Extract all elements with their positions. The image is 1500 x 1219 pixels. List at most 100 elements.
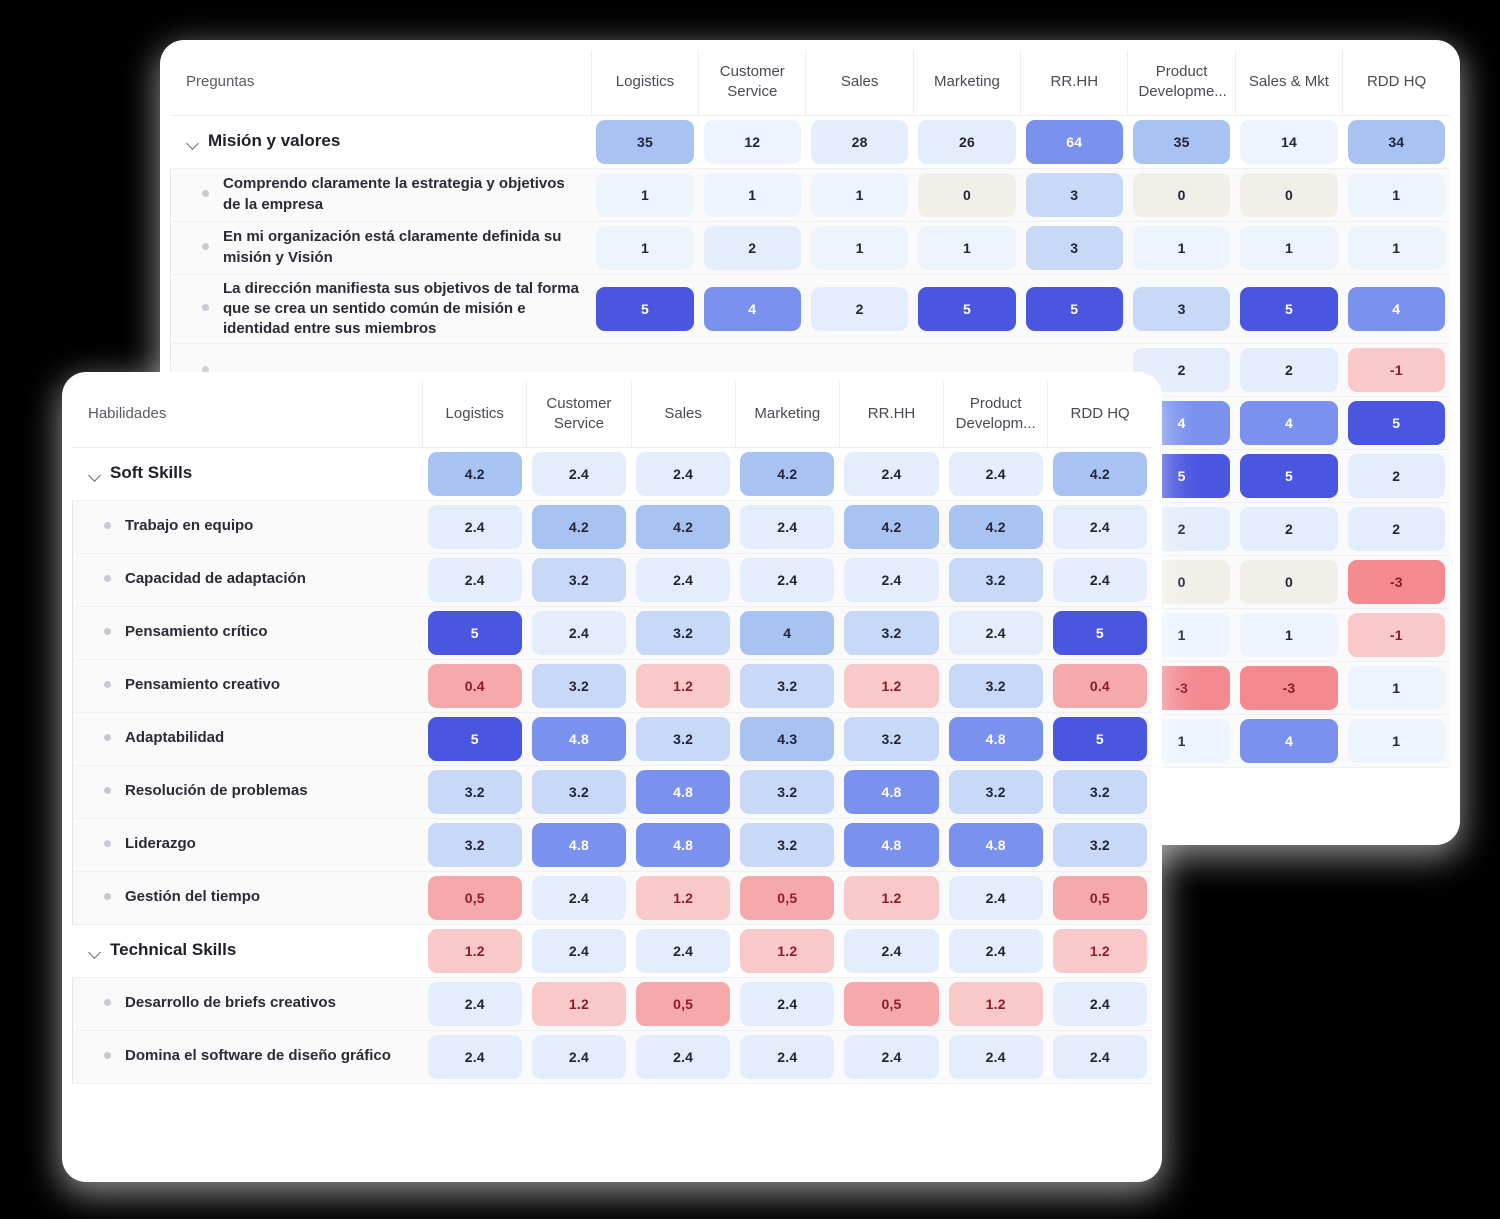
heat-cell[interactable]: 1: [591, 168, 698, 221]
heat-cell[interactable]: 2.4: [423, 553, 527, 606]
heat-cell[interactable]: 4.2: [631, 500, 735, 553]
table-row[interactable]: En mi organización está claramente defin…: [170, 221, 1450, 274]
row-group-label[interactable]: Misión y valores: [170, 115, 591, 168]
heat-cell[interactable]: 4.2: [527, 500, 631, 553]
heat-cell[interactable]: 0,5: [1048, 871, 1152, 924]
heat-cell[interactable]: -1: [1343, 344, 1450, 397]
table-row[interactable]: Technical Skills 1.2 2.4 2.4 1.2 2.4 2.4 1.2: [72, 924, 1152, 977]
heat-cell[interactable]: 34: [1343, 115, 1450, 168]
heat-cell[interactable]: 1.2: [631, 659, 735, 712]
heat-cell[interactable]: 0: [1235, 168, 1342, 221]
heat-cell[interactable]: 2: [699, 221, 806, 274]
heat-cell[interactable]: 2: [1235, 344, 1342, 397]
table-row[interactable]: Gestión del tiempo 0,5 2.4 1.2 0,5 1.2 2.4 0,5: [72, 871, 1152, 924]
table-row[interactable]: La dirección manifiesta sus objetivos de…: [170, 274, 1450, 344]
heat-cell[interactable]: 2.4: [527, 447, 631, 500]
row-item-label[interactable]: La dirección manifiesta sus objetivos de…: [170, 274, 591, 344]
table-row[interactable]: Pensamiento crítico 5 2.4 3.2 4 3.2 2.4 5: [72, 606, 1152, 659]
heat-cell[interactable]: 0,5: [839, 977, 943, 1030]
column-header-product-development[interactable]: Product Developme...: [1127, 50, 1236, 116]
heat-cell[interactable]: 5: [1343, 397, 1450, 450]
heat-cell[interactable]: 64: [1021, 115, 1128, 168]
heat-cell[interactable]: 14: [1235, 115, 1342, 168]
heat-cell[interactable]: 5: [1048, 606, 1152, 659]
heat-cell[interactable]: 4.2: [1048, 447, 1152, 500]
column-header-sales[interactable]: Sales: [805, 50, 914, 116]
heat-cell[interactable]: 2.4: [1048, 1030, 1152, 1083]
heat-cell[interactable]: 0,5: [423, 871, 527, 924]
heat-cell[interactable]: 0,5: [735, 871, 839, 924]
heat-cell[interactable]: 5: [423, 712, 527, 765]
heat-cell[interactable]: 1: [699, 168, 806, 221]
heat-cell[interactable]: 1: [913, 221, 1020, 274]
heat-cell[interactable]: 3.2: [423, 765, 527, 818]
heat-cell[interactable]: -1: [1343, 609, 1450, 662]
heat-cell[interactable]: 35: [591, 115, 698, 168]
heat-cell[interactable]: 3: [1021, 168, 1128, 221]
heat-cell[interactable]: -3: [1343, 556, 1450, 609]
heat-cell[interactable]: 35: [1128, 115, 1235, 168]
heat-cell[interactable]: 2.4: [839, 553, 943, 606]
heat-cell[interactable]: 5: [1021, 274, 1128, 344]
heat-cell[interactable]: 2.4: [527, 924, 631, 977]
heat-cell[interactable]: 4.8: [839, 765, 943, 818]
heat-cell[interactable]: 1: [1343, 715, 1450, 768]
heat-cell[interactable]: 3.2: [423, 818, 527, 871]
heat-cell[interactable]: 3: [1021, 221, 1128, 274]
heat-cell[interactable]: 3.2: [631, 712, 735, 765]
column-header-sales-mkt[interactable]: Sales & Mkt: [1234, 50, 1343, 116]
heat-cell[interactable]: 5: [423, 606, 527, 659]
heat-cell[interactable]: 4.8: [527, 712, 631, 765]
table-row[interactable]: Pensamiento creativo 0.4 3.2 1.2 3.2 1.2 3.2 0.…: [72, 659, 1152, 712]
heat-cell[interactable]: 3.2: [735, 818, 839, 871]
row-item-label[interactable]: Gestión del tiempo: [72, 871, 423, 924]
heat-cell[interactable]: 5: [1235, 450, 1342, 503]
heat-cell[interactable]: 5: [1235, 274, 1342, 344]
heat-cell[interactable]: 2.4: [944, 1030, 1048, 1083]
table-row[interactable]: Liderazgo 3.2 4.8 4.8 3.2 4.8 4.8 3.2: [72, 818, 1152, 871]
heat-cell[interactable]: 3.2: [1048, 765, 1152, 818]
row-group-label[interactable]: Soft Skills: [72, 447, 423, 500]
heat-cell[interactable]: 3.2: [527, 553, 631, 606]
column-header-rdd-hq[interactable]: RDD HQ: [1047, 382, 1152, 448]
heat-cell[interactable]: 2.4: [839, 1030, 943, 1083]
column-header-marketing[interactable]: Marketing: [734, 382, 840, 448]
table-row[interactable]: Resolución de problemas 3.2 3.2 4.8 3.2 4.8 3.…: [72, 765, 1152, 818]
heat-cell[interactable]: 2.4: [423, 1030, 527, 1083]
table-row[interactable]: Comprendo claramente la estrategia y obj…: [170, 168, 1450, 221]
heat-cell[interactable]: 2.4: [423, 500, 527, 553]
row-item-label[interactable]: Liderazgo: [72, 818, 423, 871]
heat-cell[interactable]: 2.4: [944, 924, 1048, 977]
row-item-label[interactable]: Capacidad de adaptación: [72, 553, 423, 606]
column-header-sales[interactable]: Sales: [630, 382, 736, 448]
heat-cell[interactable]: 2.4: [735, 977, 839, 1030]
column-header-marketing[interactable]: Marketing: [912, 50, 1021, 116]
heat-cell[interactable]: 2: [1343, 450, 1450, 503]
row-item-label[interactable]: Desarrollo de briefs creativos: [72, 977, 423, 1030]
heat-cell[interactable]: 1: [806, 168, 913, 221]
heat-cell[interactable]: 3.2: [527, 765, 631, 818]
heat-cell[interactable]: 2.4: [944, 871, 1048, 924]
row-group-label[interactable]: Technical Skills: [72, 924, 423, 977]
heat-cell[interactable]: 2.4: [1048, 977, 1152, 1030]
heat-cell[interactable]: 2.4: [1048, 500, 1152, 553]
heat-cell[interactable]: 2.4: [423, 977, 527, 1030]
heat-cell[interactable]: 3.2: [944, 553, 1048, 606]
heat-cell[interactable]: 4.3: [735, 712, 839, 765]
column-header-customer-service[interactable]: Customer Service: [698, 50, 806, 116]
heat-cell[interactable]: 4.8: [944, 818, 1048, 871]
heat-cell[interactable]: 1.2: [839, 871, 943, 924]
heat-cell[interactable]: 2.4: [944, 606, 1048, 659]
heat-cell[interactable]: 4: [1235, 397, 1342, 450]
heat-cell[interactable]: 2.4: [839, 924, 943, 977]
heat-cell[interactable]: 4.2: [735, 447, 839, 500]
heat-cell[interactable]: 4.8: [944, 712, 1048, 765]
column-header-logistics[interactable]: Logistics: [422, 382, 527, 448]
column-header-customer-service[interactable]: Customer Service: [526, 382, 632, 448]
heat-cell[interactable]: 1: [1343, 662, 1450, 715]
column-header-preguntas[interactable]: Preguntas: [170, 50, 592, 116]
heat-cell[interactable]: 1: [1128, 221, 1235, 274]
heat-cell[interactable]: 2.4: [631, 1030, 735, 1083]
table-row[interactable]: Capacidad de adaptación 2.4 3.2 2.4 2.4 2.4 3.…: [72, 553, 1152, 606]
heat-cell[interactable]: 26: [913, 115, 1020, 168]
